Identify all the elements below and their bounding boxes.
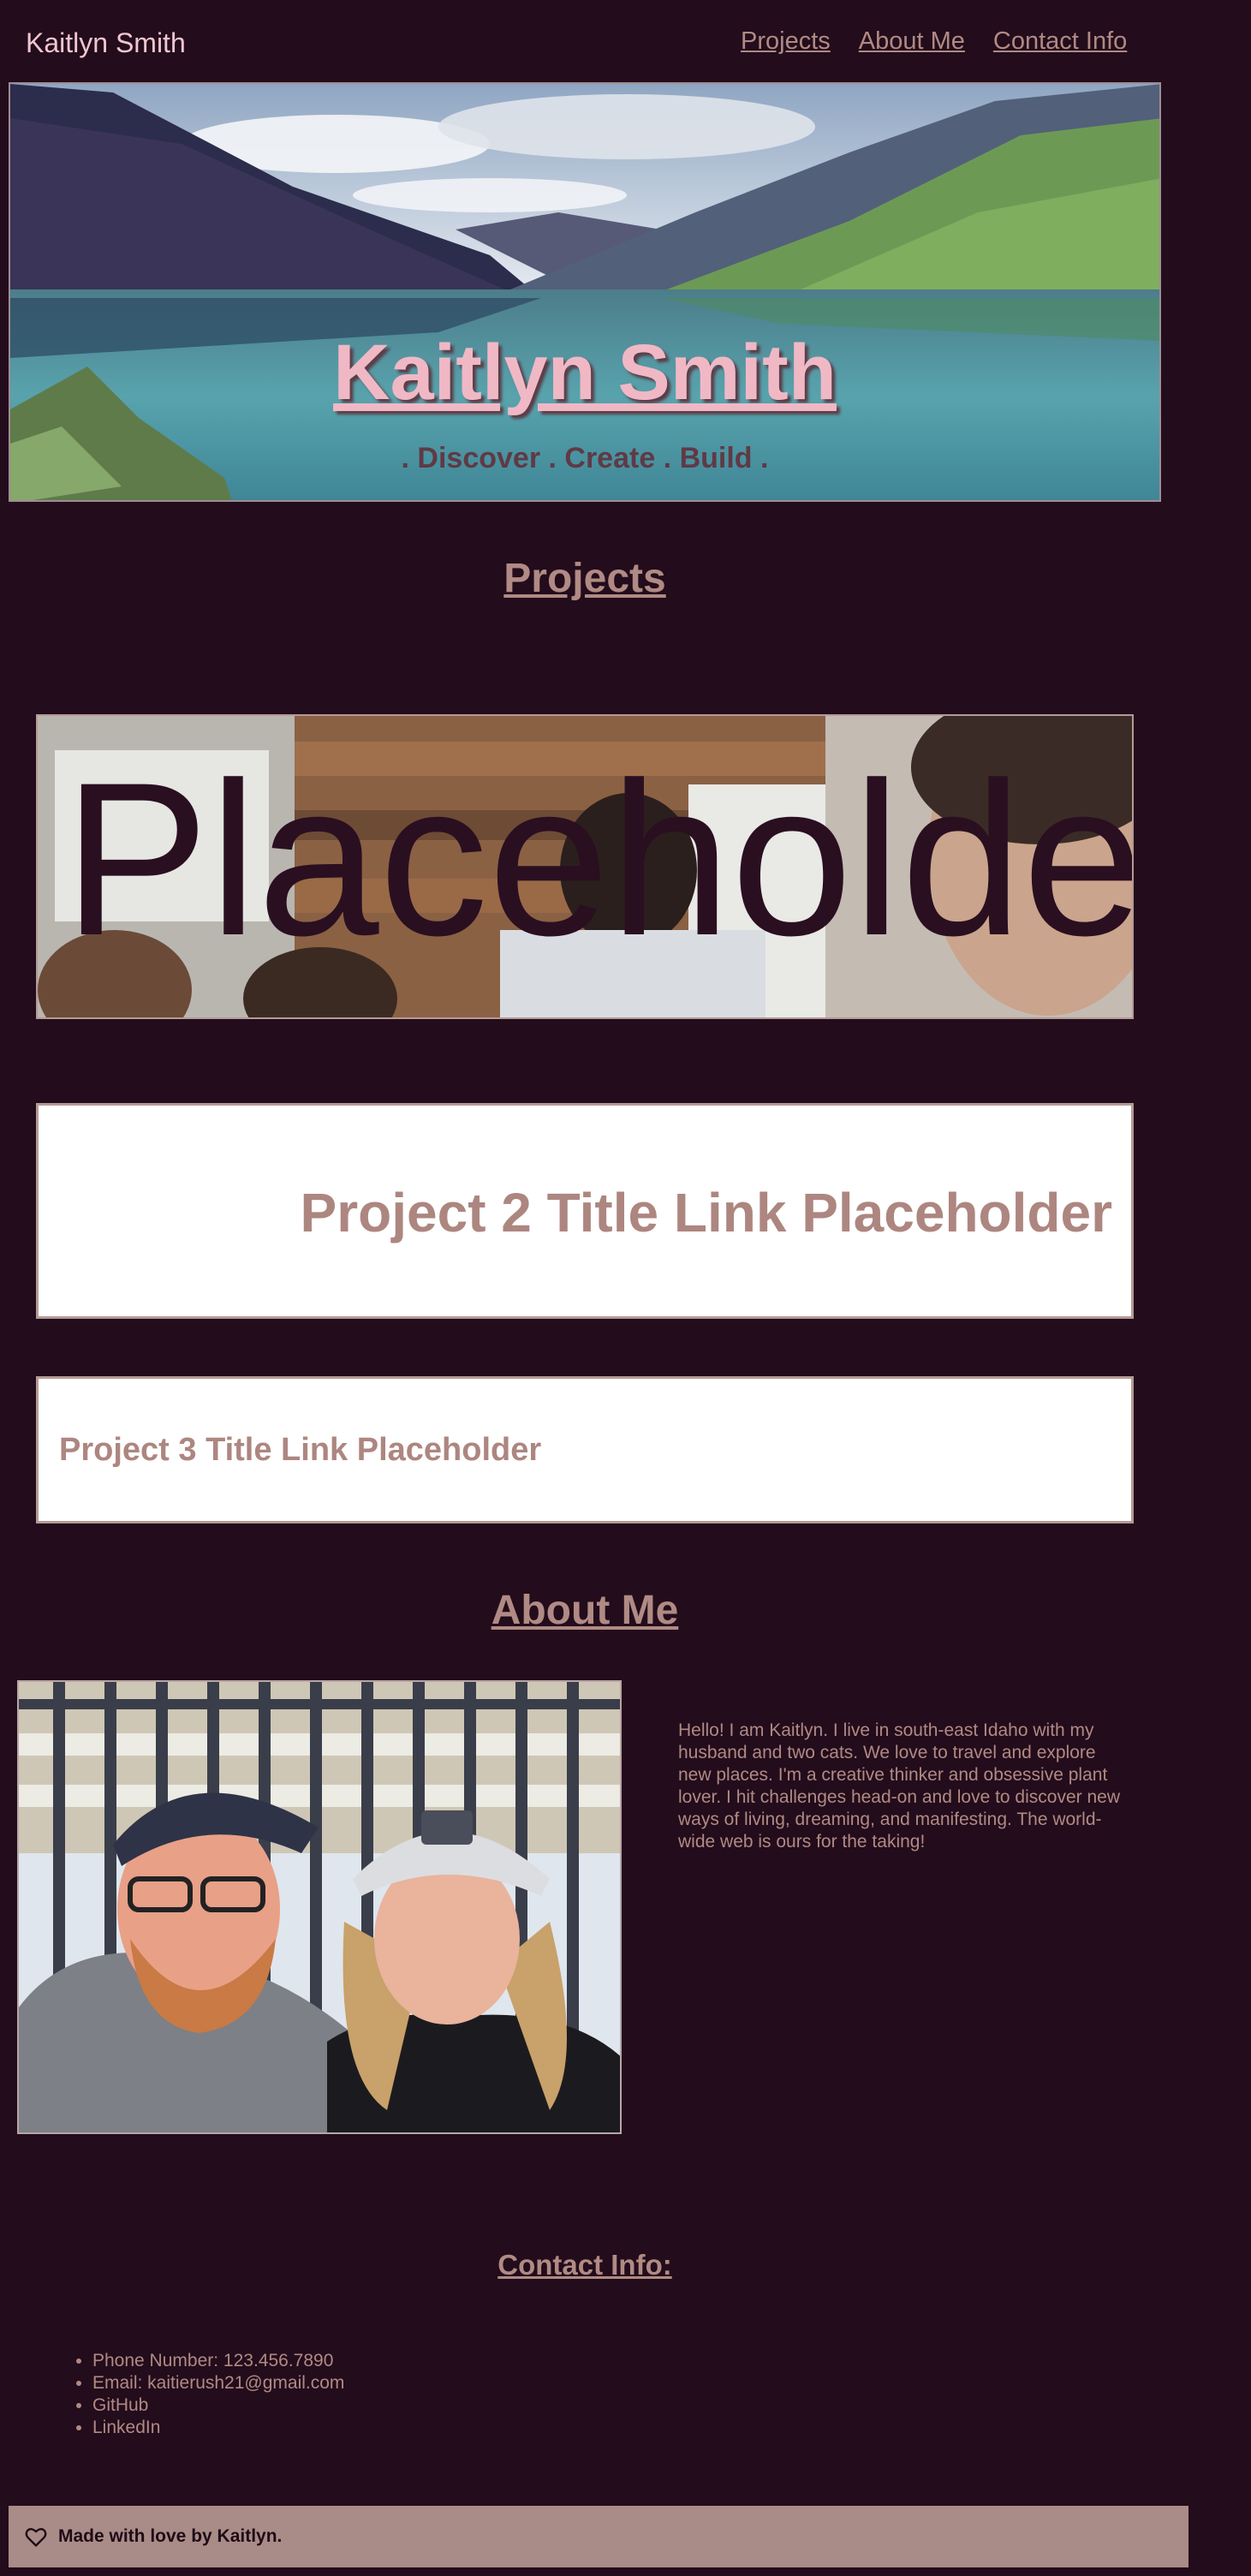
heart-icon	[25, 2528, 47, 2547]
about-heading: About Me	[0, 1587, 1170, 1634]
project-2-card: Project 2 Title Link Placeholder	[36, 1103, 1134, 1319]
projects-heading: Projects	[0, 555, 1170, 602]
contact-email[interactable]: Email: kaitierush21@gmail.com	[92, 2372, 344, 2394]
hero-lake-image	[10, 84, 1159, 500]
contact-github[interactable]: GitHub	[92, 2394, 344, 2417]
main-nav: Projects About Me Contact Info	[741, 27, 1127, 56]
footer: Made with love by Kaitlyn.	[9, 2506, 1188, 2567]
contact-phone: Phone Number: 123.456.7890	[92, 2350, 344, 2372]
contact-heading-text: Contact Info:	[497, 2249, 672, 2281]
project-2-title-link[interactable]: Project 2 Title Link Placeholder	[301, 1181, 1112, 1244]
site-name: Kaitlyn Smith	[26, 27, 186, 58]
project-3-card: Project 3 Title Link Placeholder	[36, 1376, 1134, 1524]
contact-linkedin[interactable]: LinkedIn	[92, 2417, 344, 2439]
hero-tagline: . Discover . Create . Build .	[401, 442, 769, 474]
hero-title: Kaitlyn Smith	[333, 329, 837, 416]
nav-link-contact-info[interactable]: Contact Info	[993, 27, 1127, 56]
project-3-title-link[interactable]: Project 3 Title Link Placeholder	[59, 1432, 541, 1469]
couple-photo-image	[19, 1682, 620, 2132]
hero-banner: Kaitlyn Smith . Discover . Create . Buil…	[9, 82, 1161, 502]
nav-link-projects[interactable]: Projects	[741, 27, 831, 56]
contact-list: Phone Number: 123.456.7890 Email: kaitie…	[92, 2350, 344, 2439]
project-1-title-link[interactable]: Placeholder	[63, 750, 1132, 969]
about-heading-text: About Me	[491, 1588, 679, 1633]
project-1-card[interactable]: Placeholder	[36, 714, 1134, 1019]
nav-link-about-me[interactable]: About Me	[859, 27, 965, 56]
about-photo	[17, 1680, 622, 2134]
about-description: Hello! I am Kaitlyn. I live in south-eas…	[678, 1720, 1120, 1852]
projects-heading-text: Projects	[503, 556, 666, 601]
footer-text: Made with love by Kaitlyn.	[58, 2526, 283, 2546]
contact-heading: Contact Info:	[0, 2249, 1170, 2281]
